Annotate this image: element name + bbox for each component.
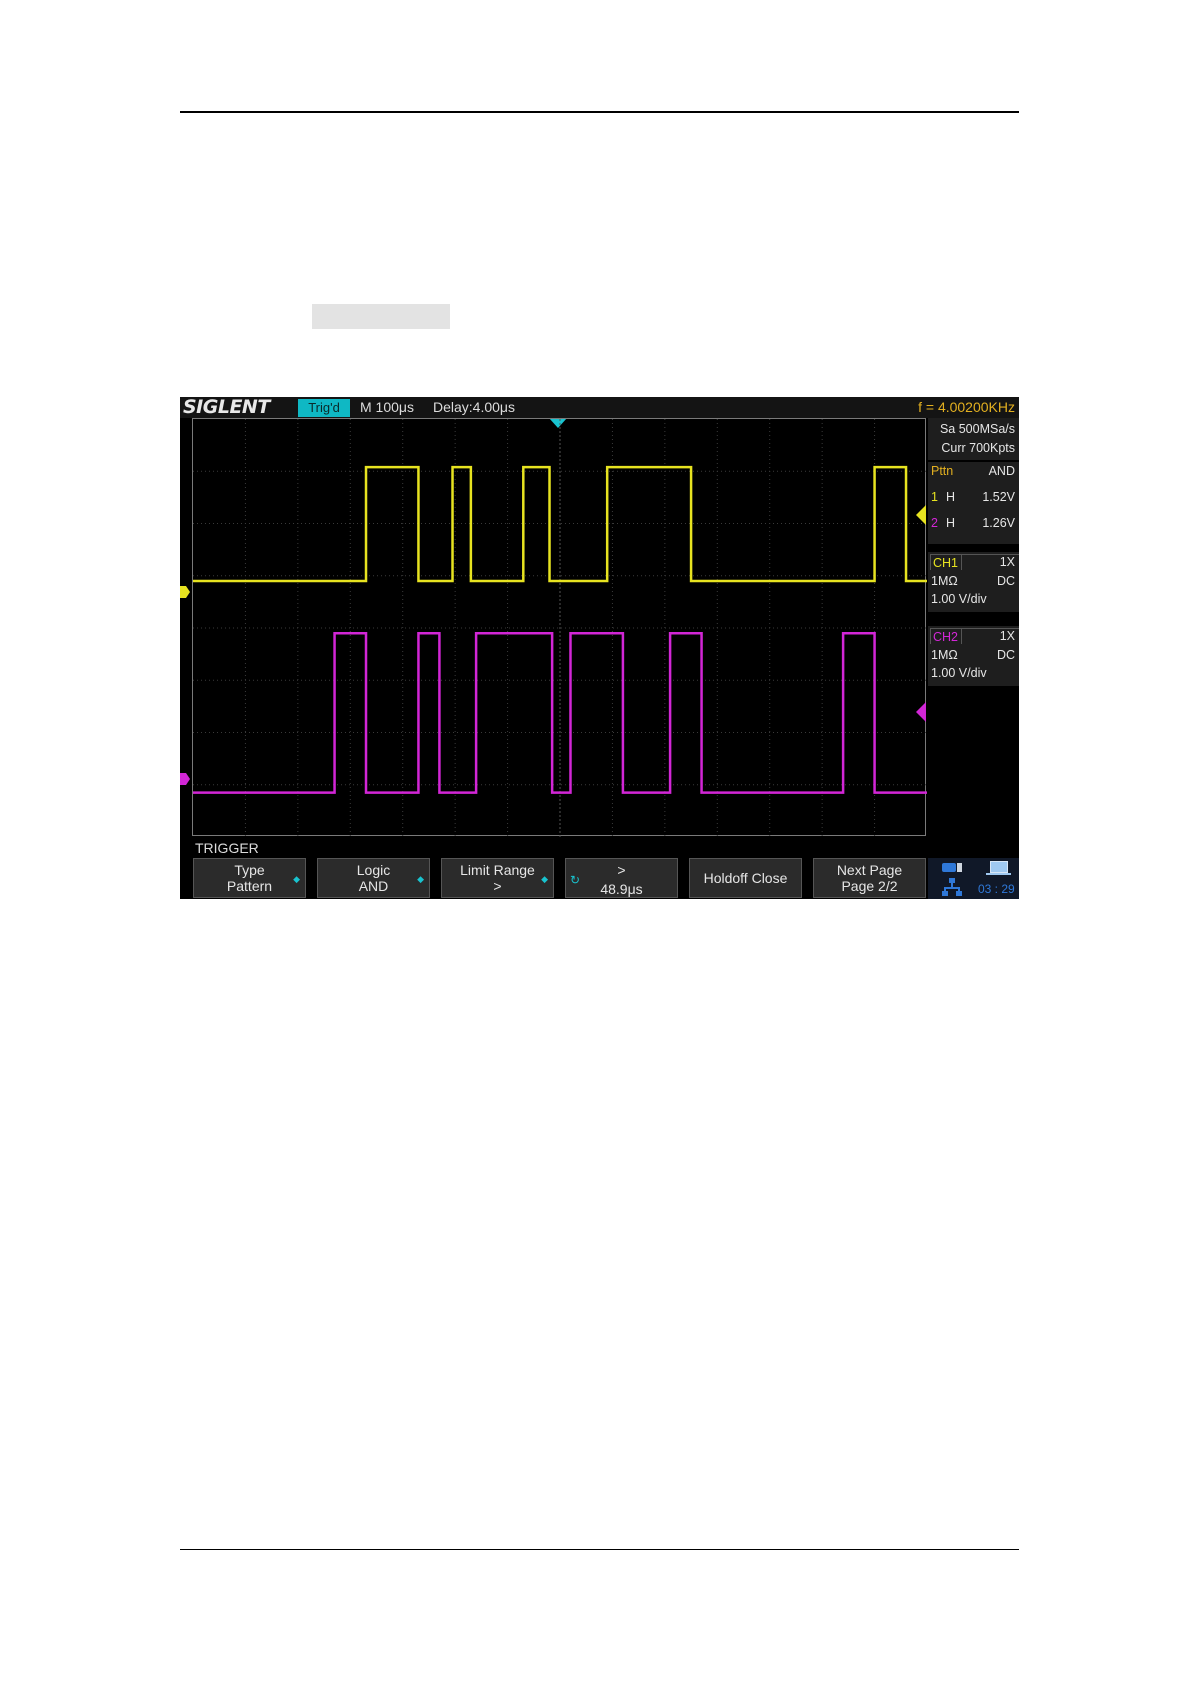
- softkey-holdoff[interactable]: Holdoff Close: [689, 858, 802, 898]
- ch1-offset-marker-icon[interactable]: [180, 586, 190, 598]
- ch2-tag: CH2: [930, 628, 962, 644]
- acquisition-box: Sa 500MSa/s Curr 700Kpts: [928, 418, 1019, 460]
- ch2-offset-marker-icon[interactable]: [180, 773, 190, 785]
- usb-icon: [942, 863, 956, 872]
- info-panel: Sa 500MSa/s Curr 700Kpts Pttn AND 1 H 1.…: [928, 418, 1019, 836]
- pattern-box: Pttn AND 1 H 1.52V 2 H 1.26V: [928, 462, 1019, 544]
- brand-logo: SIGLENT: [183, 397, 270, 418]
- header-rule: [180, 111, 1019, 113]
- pattern-row-1-level: 1.52V: [982, 490, 1015, 504]
- pattern-row-1-state: H: [946, 490, 956, 504]
- ch1-impedance: 1MΩ: [931, 574, 958, 588]
- ch1-coupling: DC: [996, 574, 1015, 588]
- pattern-logic: AND: [988, 464, 1015, 478]
- pattern-row-1-channel: 1: [931, 490, 938, 504]
- softkey-time-limit-label: >: [617, 862, 626, 878]
- sample-rate: Sa 500MSa/s: [939, 422, 1015, 436]
- softkey-type[interactable]: Type Pattern ◆: [193, 858, 306, 898]
- usb-connector-icon: [957, 863, 962, 872]
- ch1-probe: 1X: [999, 555, 1015, 569]
- pattern-row-2-level: 1.26V: [982, 516, 1015, 530]
- softkey-logic-value: AND: [358, 878, 389, 894]
- ch2-impedance: 1MΩ: [931, 648, 958, 662]
- system-status-area: 03 : 29: [928, 858, 1019, 899]
- softkey-type-label: Type: [234, 862, 265, 878]
- ch2-probe: 1X: [999, 629, 1015, 643]
- oscilloscope-screenshot: SIGLENT Trig'd M 100μs Delay:4.00μs f = …: [180, 397, 1019, 899]
- softkey-logic[interactable]: Logic AND ◆: [317, 858, 430, 898]
- softkey-type-value: Pattern: [226, 878, 273, 894]
- softkey-time-limit-value: 48.9μs: [600, 881, 643, 897]
- softkey-next-page[interactable]: Next Page Page 2/2: [813, 858, 926, 898]
- status-bar: SIGLENT Trig'd M 100μs Delay:4.00μs f = …: [180, 397, 1019, 418]
- pc-base-icon: [986, 873, 1011, 875]
- timebase-readout: M 100μs: [360, 399, 414, 415]
- clock-readout: 03 : 29: [978, 882, 1015, 896]
- softkey-time-limit[interactable]: ↻ > 48.9μs: [565, 858, 678, 898]
- frequency-readout: f = 4.00200KHz: [918, 399, 1015, 415]
- footer-rule: [180, 1549, 1019, 1550]
- softkey-limit-range-value: >: [493, 878, 502, 894]
- ch1-scale: 1.00 V/div: [931, 592, 987, 606]
- ch2-info-box[interactable]: CH2 1X 1MΩ DC 1.00 V/div: [928, 626, 1019, 686]
- delay-readout: Delay:4.00μs: [433, 399, 515, 415]
- softkey-limit-range[interactable]: Limit Range > ◆: [441, 858, 554, 898]
- softkey-limit-range-label: Limit Range: [460, 862, 535, 878]
- knob-indicator-icon: ◆: [293, 874, 300, 884]
- ch1-tag: CH1: [930, 554, 962, 570]
- ch2-scale: 1.00 V/div: [931, 666, 987, 680]
- softkey-logic-label: Logic: [356, 862, 391, 878]
- knob-indicator-icon: ◆: [417, 874, 424, 884]
- ch2-coupling: DC: [996, 648, 1015, 662]
- waveform-display: [193, 419, 927, 837]
- memory-depth: Curr 700Kpts: [941, 441, 1015, 455]
- softkey-next-page-label: Next Page: [836, 862, 903, 878]
- pattern-row-2-channel: 2: [931, 516, 938, 530]
- waveform-grid: [192, 418, 927, 837]
- trigger-status-badge: Trig'd: [298, 399, 350, 417]
- menu-title: TRIGGER: [195, 840, 259, 856]
- softkey-holdoff-label: Holdoff Close: [703, 870, 788, 886]
- lan-icon: [942, 878, 962, 896]
- redacted-text-highlight: [312, 304, 450, 329]
- pattern-label: Pttn: [931, 464, 954, 478]
- softkey-next-page-value: Page 2/2: [841, 878, 898, 894]
- ch2-trigger-level-arrow-icon[interactable]: [916, 702, 926, 722]
- knob-indicator-icon: ◆: [541, 874, 548, 884]
- ch1-info-box[interactable]: CH1 1X 1MΩ DC 1.00 V/div: [928, 552, 1019, 612]
- pattern-row-2-state: H: [946, 516, 956, 530]
- pc-connection-icon: [990, 861, 1008, 873]
- ch1-trigger-level-arrow-icon[interactable]: [916, 505, 926, 525]
